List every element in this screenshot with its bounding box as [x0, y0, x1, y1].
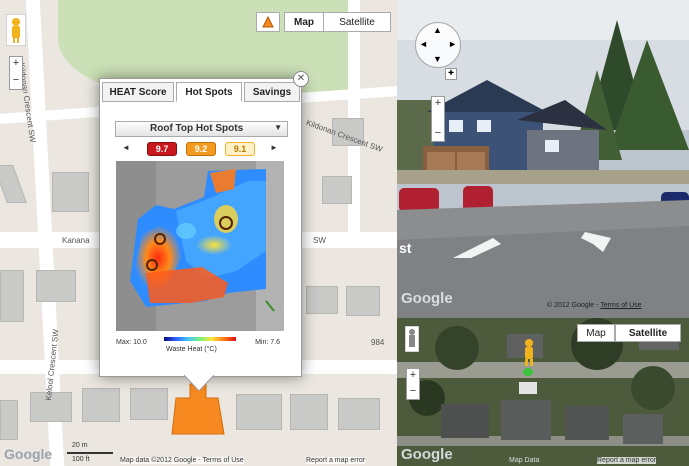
street-label: Kanana — [62, 236, 90, 245]
color-scale-bar — [164, 337, 236, 341]
street-label: SW — [313, 236, 326, 245]
map-type-map-button[interactable]: Map — [284, 12, 324, 32]
map-type-satellite-button[interactable]: Satellite — [615, 324, 681, 342]
zoom-in-button[interactable]: + — [10, 57, 22, 69]
scale-label-imperial: 100 ft — [72, 456, 90, 463]
close-icon[interactable]: ✕ — [293, 71, 309, 87]
building — [0, 270, 24, 322]
terms-of-use-link[interactable]: Terms of Use — [600, 302, 641, 309]
next-arrow-icon[interactable]: ► — [270, 143, 278, 152]
zoom-out-button[interactable]: − — [432, 127, 444, 139]
building — [346, 286, 380, 316]
heat-popup: HEAT Score Hot Spots Savings Roof Top Ho… — [99, 78, 302, 391]
tab-hot-spots[interactable]: Hot Spots — [176, 82, 242, 102]
chevron-down-icon: ▼ — [274, 123, 282, 132]
google-logo: Google — [401, 290, 453, 307]
zoom-in-button[interactable]: + — [432, 97, 444, 109]
street-view-pan-control[interactable]: ▲ ▼ ◄ ► — [415, 22, 461, 68]
building — [236, 394, 282, 430]
pan-left-icon[interactable]: ◄ — [419, 39, 428, 49]
scale-bar — [67, 452, 113, 454]
building — [36, 270, 76, 302]
cone-icon — [262, 16, 274, 28]
pegman-icon[interactable] — [6, 14, 26, 46]
zoom-out-button[interactable]: − — [407, 385, 419, 397]
compass-icon: ✚ — [445, 68, 457, 80]
copyright-text: © 2012 Google — [547, 302, 595, 309]
tab-heat-score[interactable]: HEAT Score — [102, 82, 174, 102]
building — [322, 176, 352, 204]
pan-down-icon[interactable]: ▼ — [433, 54, 442, 64]
pan-up-icon[interactable]: ▲ — [433, 25, 442, 35]
thermal-roof-image — [116, 161, 284, 331]
scale-min-label: Min: 7.6 — [255, 339, 280, 346]
hot-spot-badge-2[interactable]: 9.2 — [186, 142, 216, 156]
report-map-error-link[interactable]: Report a map error — [597, 457, 657, 464]
street-view-edge-text: st — [399, 240, 412, 256]
pan-right-icon[interactable]: ► — [448, 39, 457, 49]
street-view-copyright: © 2012 Google - Terms of Use — [547, 302, 642, 309]
google-logo: Google — [4, 446, 53, 462]
zoom-in-button[interactable]: + — [407, 369, 419, 381]
scale-label-metric: 20 m — [72, 442, 88, 449]
building-number: 984 — [371, 338, 385, 347]
building — [306, 286, 338, 314]
zoom-out-button[interactable]: − — [10, 74, 22, 86]
street-view-zoom-control[interactable]: + − — [431, 96, 445, 142]
pegman-icon[interactable] — [521, 338, 537, 368]
building — [52, 172, 89, 212]
dropdown-selected-value: Roof Top Hot Spots — [150, 123, 244, 134]
street-view-panel[interactable]: ▲ ▼ ◄ ► ✚ + − st Google © 2012 Google - … — [397, 0, 689, 318]
hot-spot-badge-3[interactable]: 9.1 — [225, 142, 255, 156]
building — [130, 388, 168, 420]
tab-savings[interactable]: Savings — [244, 82, 300, 102]
building — [82, 388, 120, 422]
map-data-footer: Map data ©2012 Google - Terms of Use — [120, 457, 244, 464]
satellite-footer: Map Data — [509, 457, 540, 464]
satellite-zoom-control[interactable]: + − — [406, 368, 420, 400]
scale-title: Waste Heat (°C) — [166, 346, 217, 353]
building — [290, 394, 328, 430]
hot-spot-badge-1[interactable]: 9.7 — [147, 142, 177, 156]
building — [0, 400, 18, 440]
building — [338, 398, 380, 430]
pegman-control-icon[interactable] — [405, 326, 419, 352]
building — [0, 165, 27, 203]
pegman-view-cone-icon — [523, 368, 533, 376]
satellite-map-panel[interactable]: Map Satellite + − Google Map Data Report… — [397, 318, 689, 466]
report-map-error-link[interactable]: Report a map error — [306, 457, 366, 464]
hot-spot-type-dropdown[interactable]: Roof Top Hot Spots ▼ — [115, 121, 288, 137]
google-logo: Google — [401, 446, 453, 463]
traffic-cone-button[interactable] — [256, 12, 280, 32]
zoom-control[interactable]: + − — [9, 56, 23, 90]
previous-arrow-icon[interactable]: ◄ — [122, 143, 130, 152]
popup-pointer — [184, 375, 214, 391]
scale-max-label: Max: 10.0 — [116, 339, 147, 346]
map-type-satellite-button[interactable]: Satellite — [323, 12, 391, 32]
thermal-heatmap — [116, 161, 284, 331]
map-type-map-button[interactable]: Map — [577, 324, 615, 342]
